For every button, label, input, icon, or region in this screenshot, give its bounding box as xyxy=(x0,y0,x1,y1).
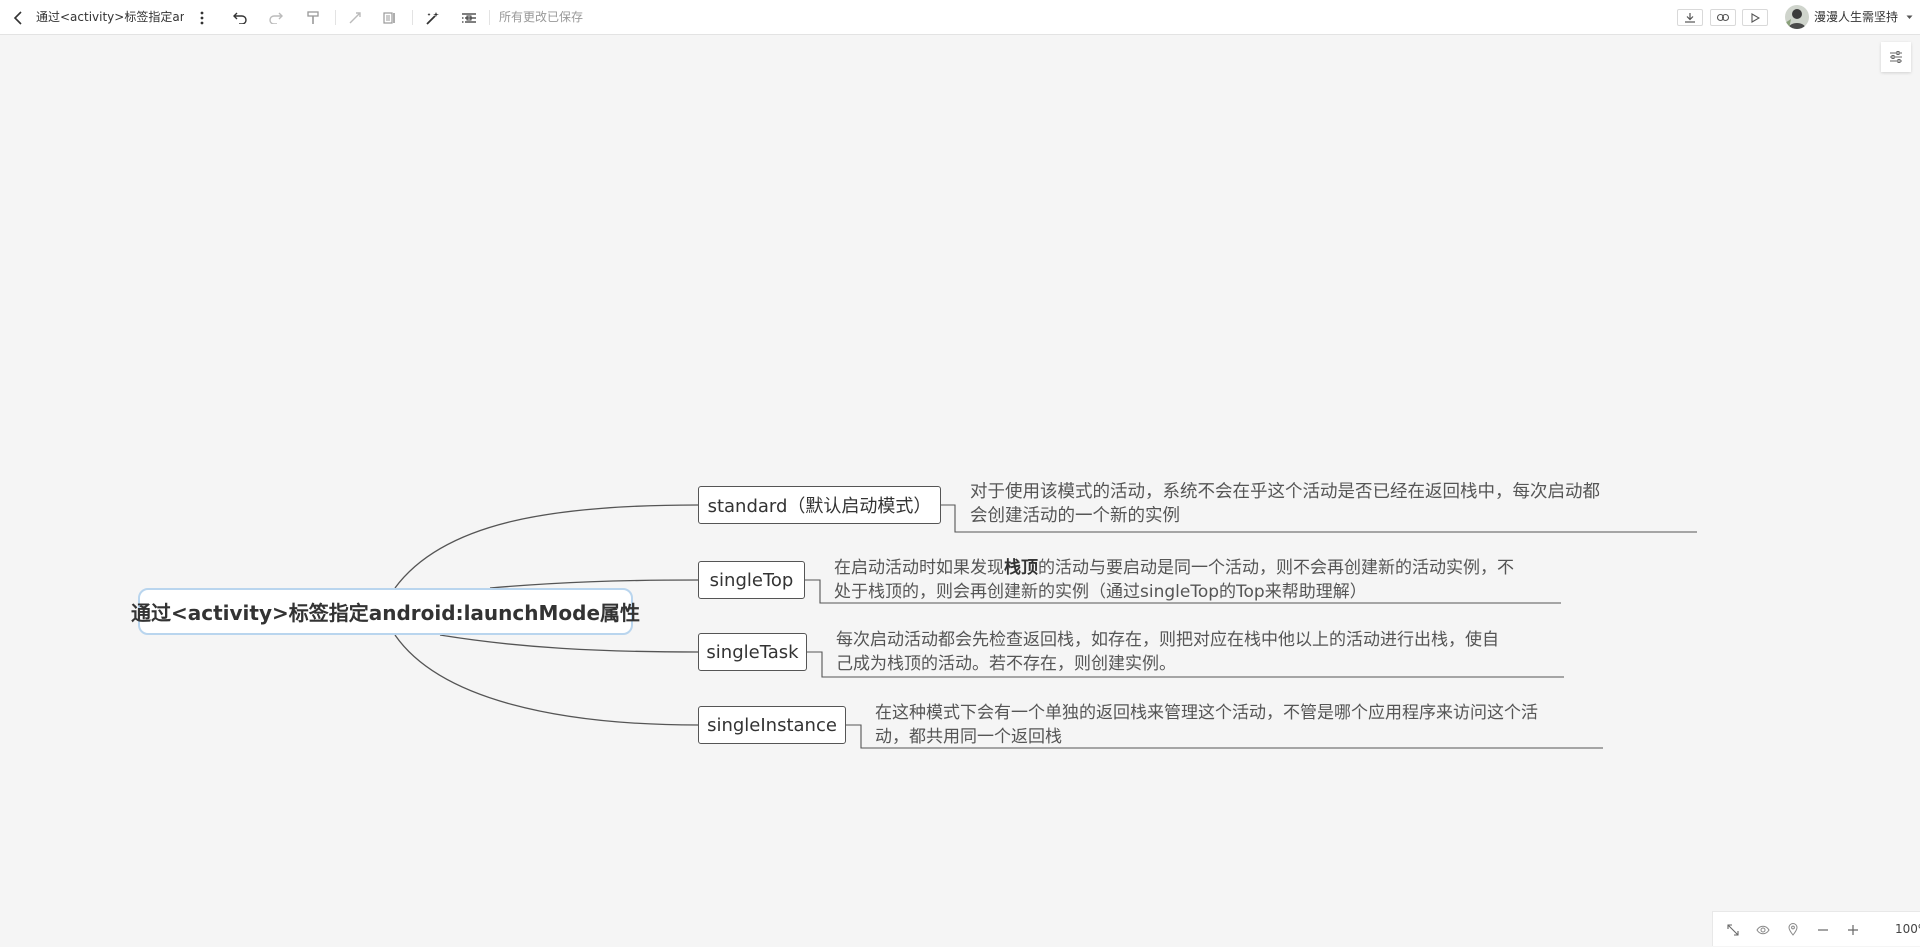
note-line: 动，都共用同一个返回栈 xyxy=(875,727,1062,747)
note-line: 己成为栈顶的活动。若不存在，则创建实例。 xyxy=(836,654,1176,674)
fit-screen-icon[interactable] xyxy=(1723,912,1743,947)
eye-icon[interactable] xyxy=(1753,912,1773,947)
note-line: 在启动活动时如果发现栈顶的活动与要启动是同一个活动，则不会再创建新的活动实例，不 xyxy=(834,556,1514,580)
note-bold-text: 栈顶 xyxy=(1004,558,1038,578)
note-standard[interactable]: 对于使用该模式的活动，系统不会在乎这个活动是否已经在返回栈中，每次启动都 会创建… xyxy=(970,480,1600,528)
connector-lines xyxy=(394,504,1697,749)
zoom-level[interactable]: 100% xyxy=(1895,912,1920,947)
note-line: 对于使用该模式的活动，系统不会在乎这个活动是否已经在返回栈中，每次启动都 xyxy=(970,482,1600,502)
location-pin-icon[interactable] xyxy=(1783,912,1803,947)
note-singleinstance[interactable]: 在这种模式下会有一个单独的返回栈来管理这个活动，不管是哪个应用程序来访问这个活 … xyxy=(875,701,1538,749)
note-line: 在这种模式下会有一个单独的返回栈来管理这个活动，不管是哪个应用程序来访问这个活 xyxy=(875,703,1538,723)
topic-singletop[interactable]: singleTop xyxy=(698,561,805,599)
note-line: 会创建活动的一个新的实例 xyxy=(970,506,1180,526)
note-line: 处于栈顶的，则会再创建新的实例（通过singleTop的Top来帮助理解） xyxy=(834,582,1367,602)
note-singletask[interactable]: 每次启动活动都会先检查返回栈，如存在，则把对应在栈中他以上的活动进行出栈，使自 … xyxy=(836,628,1499,676)
zoom-in-icon[interactable] xyxy=(1843,912,1863,947)
note-text: 的活动与要启动是同一个活动，则不会再创建新的活动实例，不 xyxy=(1038,558,1514,578)
note-line: 每次启动活动都会先检查返回栈，如存在，则把对应在栈中他以上的活动进行出栈，使自 xyxy=(836,630,1499,650)
zoom-toolbar: 100% xyxy=(1712,911,1920,946)
root-topic[interactable]: 通过<activity>标签指定android:launchMode属性 xyxy=(131,588,640,635)
note-text: 在启动活动时如果发现 xyxy=(834,558,1004,578)
zoom-out-icon[interactable] xyxy=(1813,912,1833,947)
topic-singletask[interactable]: singleTask xyxy=(698,633,807,671)
topic-standard[interactable]: standard（默认启动模式） xyxy=(698,486,941,524)
note-singletop[interactable]: 在启动活动时如果发现栈顶的活动与要启动是同一个活动，则不会再创建新的活动实例，不… xyxy=(834,556,1514,604)
topic-singleinstance[interactable]: singleInstance xyxy=(698,706,846,744)
